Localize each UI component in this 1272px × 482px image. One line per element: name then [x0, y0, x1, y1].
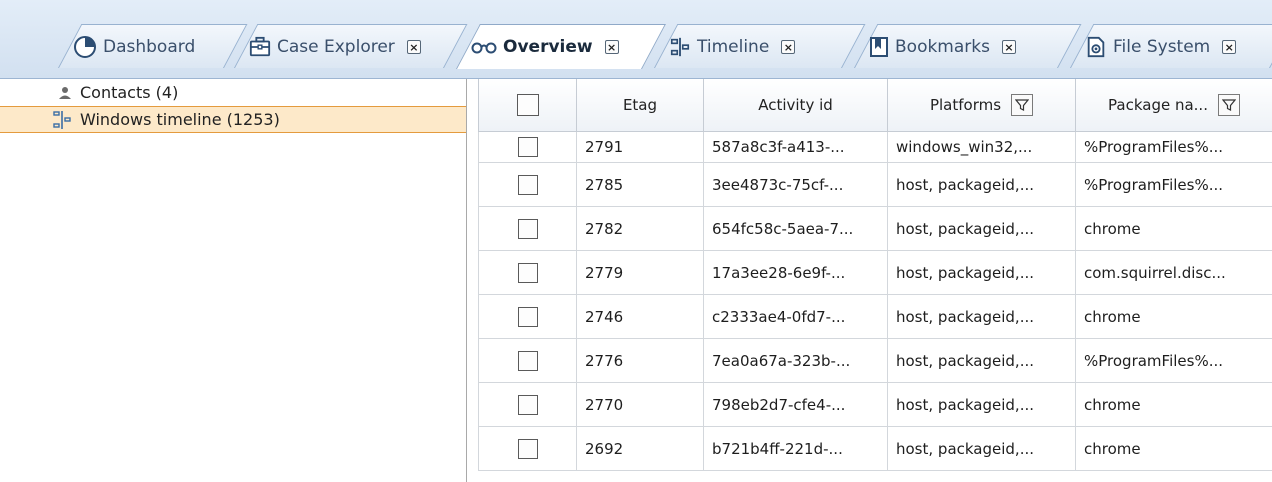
cell-package-name: %ProgramFiles%...: [1075, 338, 1272, 383]
timeline-icon: [670, 37, 690, 56]
row-select-cell[interactable]: [478, 426, 577, 471]
briefcase-icon: [249, 36, 271, 56]
contact-icon: [58, 86, 72, 100]
cell-platforms: windows_win32,...: [887, 131, 1076, 163]
cell-platforms: host, packageid,...: [887, 338, 1076, 383]
cell-platforms: host, packageid,...: [887, 250, 1076, 295]
cell-platforms: host, packageid,...: [887, 162, 1076, 207]
bookmark-icon: [870, 36, 888, 57]
cell-package-name: chrome: [1075, 294, 1272, 339]
tab-label: Overview: [503, 37, 593, 57]
row-select-cell[interactable]: [478, 250, 577, 295]
row-select-cell[interactable]: [478, 338, 577, 383]
tab-file-system[interactable]: File System ×: [1070, 24, 1272, 68]
row-select-cell[interactable]: [478, 206, 577, 251]
row-checkbox[interactable]: [517, 438, 538, 459]
column-header-package-name[interactable]: Package na...: [1075, 79, 1272, 132]
cell-platforms: host, packageid,...: [887, 206, 1076, 251]
cell-etag: 2779: [576, 250, 704, 295]
table-row[interactable]: 2785 3ee4873c-75cf-... host, packageid,.…: [478, 162, 1272, 207]
table-row[interactable]: 2746 c2333ae4-0fd7-... host, packageid,.…: [478, 294, 1272, 339]
tab-close-button[interactable]: ×: [1222, 39, 1237, 54]
row-select-cell[interactable]: [478, 382, 577, 427]
cell-etag: 2692: [576, 426, 704, 471]
row-checkbox[interactable]: [517, 394, 538, 415]
tree-item-label: Windows timeline (1253): [80, 110, 280, 129]
table-row[interactable]: 2776 7ea0a67a-323b-... host, packageid,.…: [478, 338, 1272, 383]
cell-etag: 2770: [576, 382, 704, 427]
cell-package-name: chrome: [1075, 206, 1272, 251]
row-select-cell[interactable]: [478, 162, 577, 207]
tree-item-label: Contacts (4): [80, 83, 179, 102]
cell-activity-id: 3ee4873c-75cf-...: [703, 162, 888, 207]
cell-platforms: host, packageid,...: [887, 382, 1076, 427]
row-checkbox[interactable]: [517, 350, 538, 371]
filter-icon[interactable]: [1217, 94, 1240, 116]
tab-label: Dashboard: [103, 36, 196, 57]
tab-close-button[interactable]: ×: [406, 39, 421, 54]
cell-activity-id: 587a8c3f-a413-...: [703, 131, 888, 163]
select-all-checkbox[interactable]: [516, 94, 539, 116]
table-row[interactable]: 2779 17a3ee28-6e9f-... host, packageid,.…: [478, 250, 1272, 295]
cell-package-name: chrome: [1075, 382, 1272, 427]
select-all-header[interactable]: [478, 79, 577, 132]
tab-overview[interactable]: Overview ×: [456, 24, 666, 69]
row-select-cell[interactable]: [478, 294, 577, 339]
cell-package-name: %ProgramFiles%...: [1075, 131, 1272, 163]
table-row[interactable]: 2782 654fc58c-5aea-7... host, packageid,…: [478, 206, 1272, 251]
cell-platforms: host, packageid,...: [887, 294, 1076, 339]
cell-package-name: com.squirrel.disc...: [1075, 250, 1272, 295]
cell-activity-id: 798eb2d7-cfe4-...: [703, 382, 888, 427]
glasses-icon: [471, 42, 497, 54]
cell-activity-id: c2333ae4-0fd7-...: [703, 294, 888, 339]
cell-etag: 2782: [576, 206, 704, 251]
windows-timeline-icon: [52, 110, 72, 130]
row-checkbox[interactable]: [517, 306, 538, 327]
row-checkbox[interactable]: [517, 218, 538, 239]
cell-etag: 2785: [576, 162, 704, 207]
tab-label: File System: [1113, 36, 1211, 57]
table-row[interactable]: 2692 b721b4ff-221d-... host, packageid,.…: [478, 426, 1272, 471]
cell-activity-id: 654fc58c-5aea-7...: [703, 206, 888, 251]
cell-package-name: chrome: [1075, 426, 1272, 471]
column-header-activity-id[interactable]: Activity id: [703, 79, 888, 132]
artifact-tree: Contacts (4) Windows timeline (1253): [0, 79, 467, 482]
tab-dashboard[interactable]: Dashboard: [58, 24, 248, 68]
row-checkbox[interactable]: [517, 262, 538, 283]
cell-platforms: host, packageid,...: [887, 426, 1076, 471]
tab-bar: Dashboard Case Explorer × Overview × Tim…: [0, 0, 1272, 79]
cell-etag: 2776: [576, 338, 704, 383]
grid-header-row: Etag Activity id Platforms Package na...: [478, 79, 1272, 132]
pie-chart-icon: [74, 35, 96, 58]
tree-item-windows-timeline[interactable]: Windows timeline (1253): [0, 106, 466, 133]
tab-timeline[interactable]: Timeline ×: [654, 24, 866, 68]
tab-label: Timeline: [697, 36, 770, 57]
filter-icon[interactable]: [1011, 94, 1034, 116]
table-row[interactable]: 2791 587a8c3f-a413-... windows_win32,...…: [478, 131, 1272, 163]
row-checkbox[interactable]: [517, 137, 538, 157]
tab-close-button[interactable]: ×: [1001, 39, 1016, 54]
table-row[interactable]: 2770 798eb2d7-cfe4-... host, packageid,.…: [478, 382, 1272, 427]
tab-close-button[interactable]: ×: [604, 40, 619, 54]
cell-activity-id: 17a3ee28-6e9f-...: [703, 250, 888, 295]
tree-item-contacts[interactable]: Contacts (4): [0, 79, 466, 106]
tab-bookmarks[interactable]: Bookmarks ×: [854, 24, 1082, 68]
row-checkbox[interactable]: [517, 174, 538, 195]
tab-close-button[interactable]: ×: [781, 39, 796, 54]
column-header-etag[interactable]: Etag: [576, 79, 704, 132]
row-select-cell[interactable]: [478, 131, 577, 163]
cell-etag: 2746: [576, 294, 704, 339]
results-grid: Etag Activity id Platforms Package na...: [478, 79, 1272, 482]
tab-label: Case Explorer: [277, 36, 395, 57]
cell-package-name: %ProgramFiles%...: [1075, 162, 1272, 207]
column-header-platforms[interactable]: Platforms: [887, 79, 1076, 132]
cell-etag: 2791: [576, 131, 704, 163]
tab-label: Bookmarks: [895, 36, 990, 57]
tab-case-explorer[interactable]: Case Explorer ×: [234, 24, 468, 68]
cell-activity-id: b721b4ff-221d-...: [703, 426, 888, 471]
file-system-icon: [1087, 36, 1105, 57]
cell-activity-id: 7ea0a67a-323b-...: [703, 338, 888, 383]
